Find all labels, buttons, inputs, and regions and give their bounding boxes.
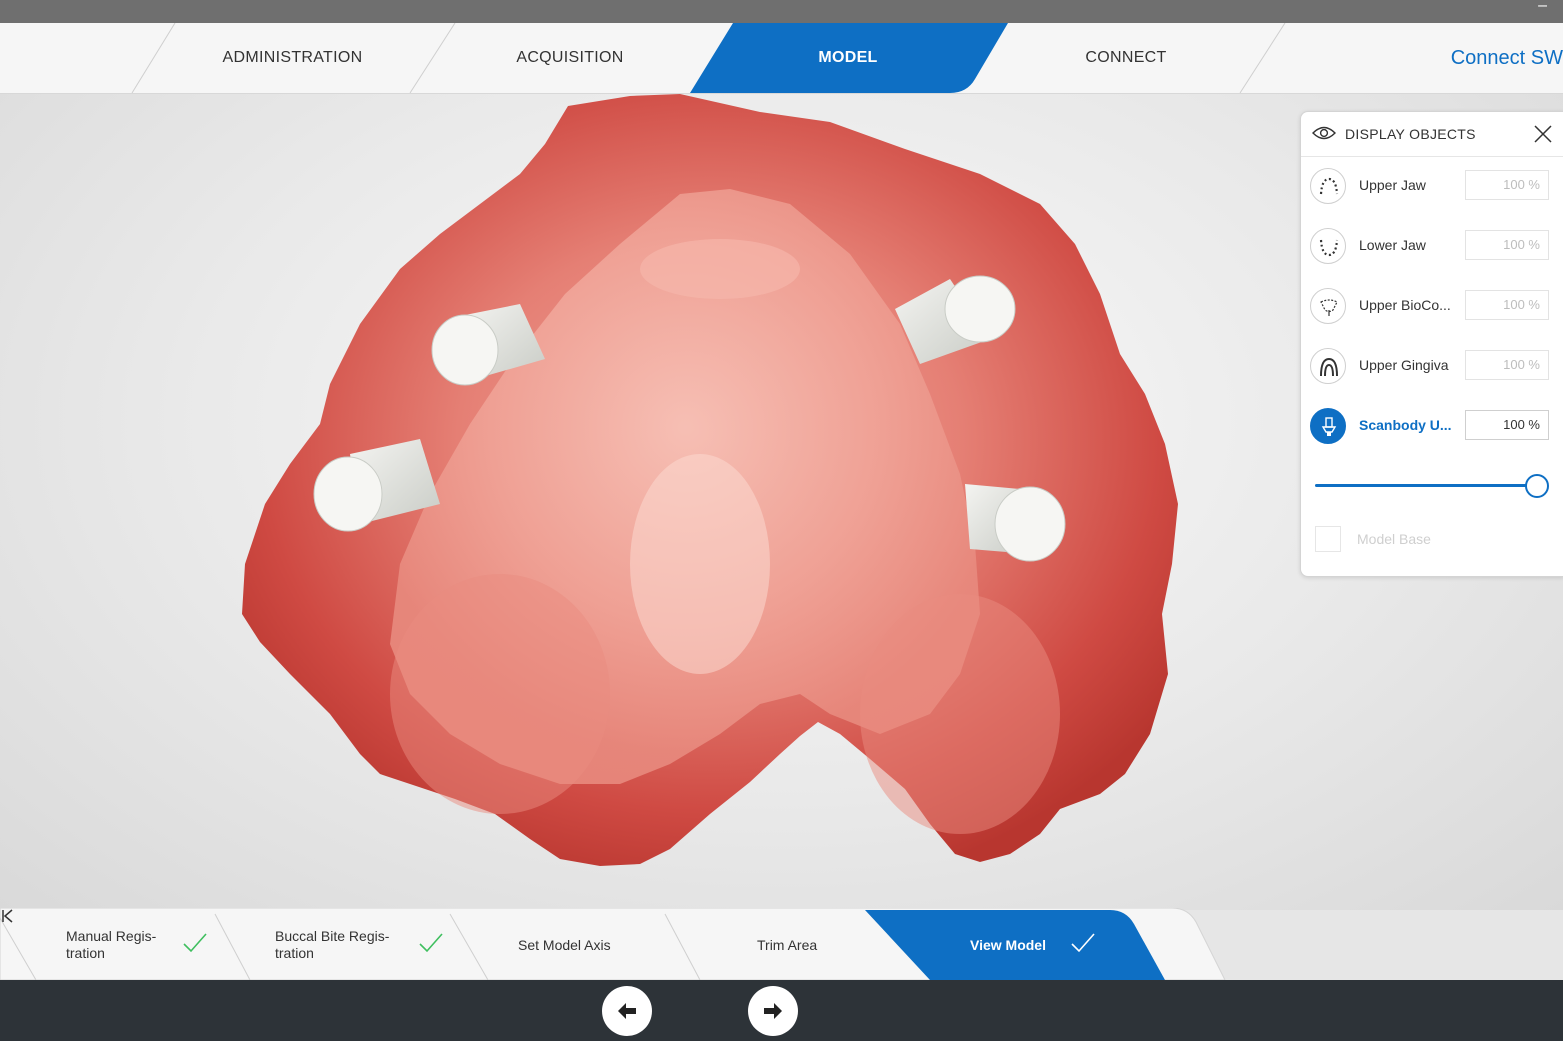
scanbody-4[interactable] <box>965 484 1066 562</box>
previous-button[interactable] <box>602 986 652 1036</box>
object-label: Upper BioCo... <box>1359 297 1451 313</box>
model-base-label: Model Base <box>1357 531 1431 547</box>
opacity-field[interactable]: 100 % <box>1465 170 1549 200</box>
object-label: Lower Jaw <box>1359 237 1426 253</box>
slider-track <box>1315 484 1537 487</box>
close-icon[interactable] <box>1533 124 1553 144</box>
object-row-upper-jaw[interactable]: Upper Jaw 100 % <box>1301 166 1563 226</box>
step-label: View Model <box>970 937 1046 953</box>
workflow-steps-bar: Manual Regis- tration Buccal Bite Regis-… <box>0 908 1563 980</box>
minimize-button[interactable]: – <box>1538 0 1547 15</box>
panel-title: DISPLAY OBJECTS <box>1345 126 1476 142</box>
step-label: tration <box>275 945 314 961</box>
tab-administration[interactable]: ADMINISTRATION <box>175 23 410 93</box>
check-icon <box>419 933 443 953</box>
upper-gingiva-icon[interactable] <box>1310 348 1346 384</box>
step-trim-area[interactable]: Trim Area <box>700 908 880 980</box>
right-tuberosity <box>860 594 1060 834</box>
step-buccal-bite-registration[interactable]: Buccal Bite Regis- tration <box>250 908 450 980</box>
step-label: Manual Regis- <box>66 928 157 944</box>
palate-highlight <box>630 454 770 674</box>
check-icon <box>1071 933 1095 953</box>
object-label: Upper Jaw <box>1359 177 1426 193</box>
window-title-bar: – <box>0 0 1563 23</box>
object-label: Upper Gingiva <box>1359 357 1449 373</box>
collapse-steps-icon[interactable] <box>0 908 14 924</box>
model-base-checkbox[interactable] <box>1315 526 1341 552</box>
opacity-field[interactable]: 100 % <box>1465 230 1549 260</box>
bottom-navigation-bar <box>0 980 1563 1041</box>
arrow-right-icon <box>764 1003 782 1019</box>
eye-icon <box>1312 126 1336 140</box>
step-view-model[interactable]: View Model <box>930 908 1130 980</box>
opacity-field[interactable]: 100 % <box>1465 290 1549 320</box>
step-label: Buccal Bite Regis- <box>275 928 390 944</box>
tab-model[interactable]: MODEL <box>733 23 963 93</box>
next-button[interactable] <box>748 986 798 1036</box>
top-navigation: ADMINISTRATION ACQUISITION MODEL CONNECT… <box>0 23 1563 94</box>
object-row-scanbody[interactable]: Scanbody U... 100 % <box>1301 406 1563 466</box>
step-label: Trim Area <box>757 937 818 953</box>
step-label: tration <box>66 945 105 961</box>
slider-thumb[interactable] <box>1525 474 1549 498</box>
tab-connect[interactable]: CONNECT <box>1010 23 1242 93</box>
opacity-field[interactable]: 100 % <box>1465 350 1549 380</box>
object-row-upper-biocopy[interactable]: Upper BioCo... 100 % <box>1301 286 1563 346</box>
object-row-lower-jaw[interactable]: Lower Jaw 100 % <box>1301 226 1563 286</box>
step-manual-registration[interactable]: Manual Regis- tration <box>40 908 220 980</box>
upper-biocopy-icon[interactable] <box>1310 288 1346 324</box>
display-objects-panel: DISPLAY OBJECTS Upper Jaw 100 % Lower Ja… <box>1300 111 1563 577</box>
scanbody-icon[interactable] <box>1310 408 1346 444</box>
opacity-slider[interactable] <box>1315 474 1549 498</box>
arrow-left-icon <box>618 1003 636 1019</box>
object-row-upper-gingiva[interactable]: Upper Gingiva 100 % <box>1301 346 1563 406</box>
check-icon <box>183 933 207 953</box>
tab-acquisition[interactable]: ACQUISITION <box>455 23 685 93</box>
lower-jaw-icon[interactable] <box>1310 228 1346 264</box>
panel-header: DISPLAY OBJECTS <box>1301 112 1563 157</box>
upper-jaw-icon[interactable] <box>1310 168 1346 204</box>
opacity-field[interactable]: 100 % <box>1465 410 1549 440</box>
step-set-model-axis[interactable]: Set Model Axis <box>488 908 688 980</box>
step-label: Set Model Axis <box>518 937 611 953</box>
brand-title: Connect SW <box>1450 47 1563 69</box>
ridge-highlight <box>640 239 800 299</box>
left-tuberosity <box>390 574 610 814</box>
object-label: Scanbody U... <box>1359 417 1452 433</box>
